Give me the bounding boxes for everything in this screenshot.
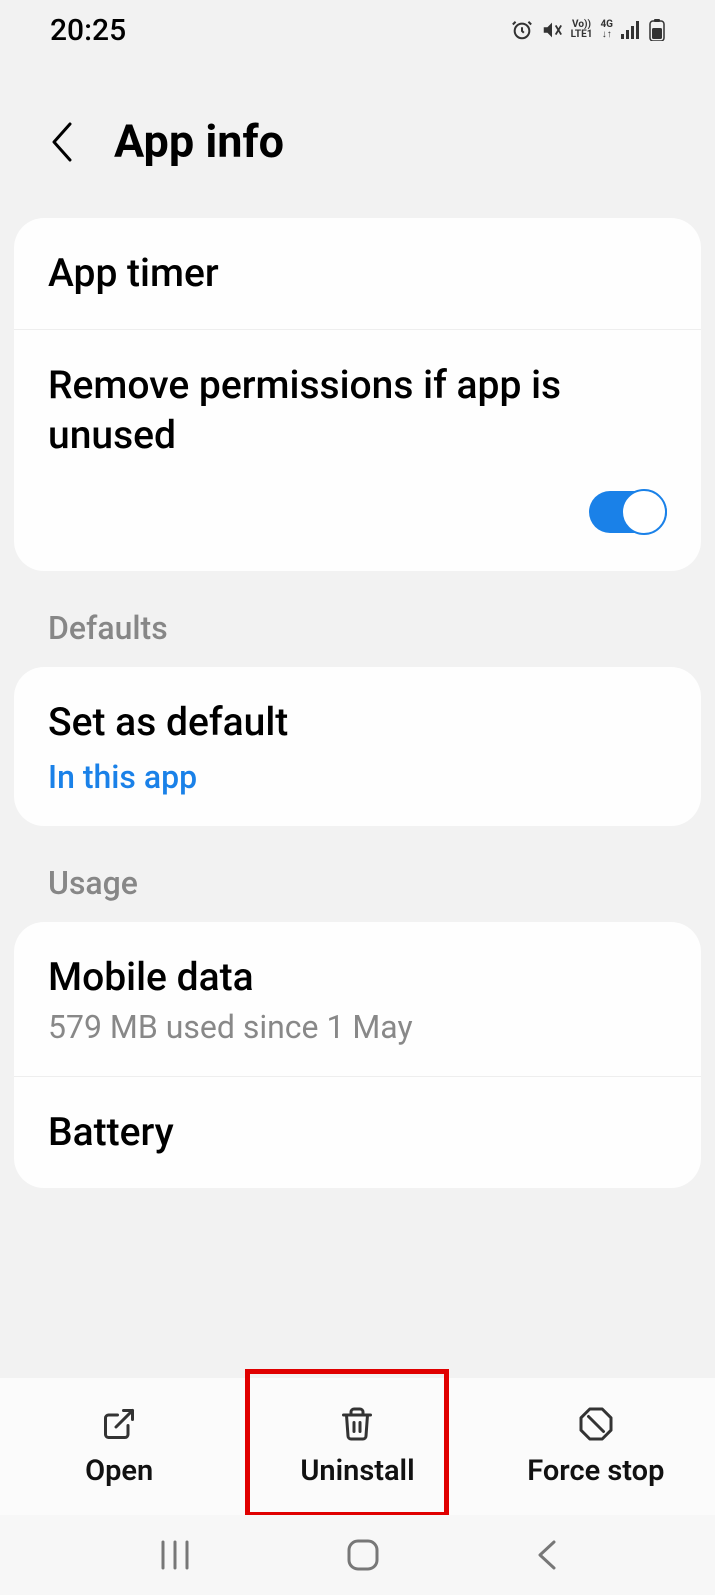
- network-4g-icon: 4G ↓↑: [600, 20, 613, 40]
- back-icon[interactable]: [48, 120, 76, 164]
- home-nav-icon[interactable]: [346, 1538, 380, 1572]
- uninstall-button[interactable]: Uninstall: [238, 1406, 476, 1488]
- status-icons: Vo)) LTE1 4G ↓↑: [511, 19, 665, 41]
- list-item-battery[interactable]: Battery: [14, 1076, 701, 1188]
- status-time: 20:25: [50, 13, 126, 48]
- item-title: Mobile data: [48, 952, 667, 1003]
- open-icon: [101, 1406, 137, 1442]
- stop-icon: [578, 1406, 614, 1442]
- item-title: App timer: [48, 248, 667, 299]
- page-title: App info: [114, 115, 284, 168]
- card-usage-controls: App timer Remove permissions if app is u…: [14, 218, 701, 571]
- trash-icon: [339, 1406, 375, 1442]
- item-title: Remove permissions if app is unused: [48, 360, 667, 461]
- bottom-action-bar: Open Uninstall Force stop: [0, 1378, 715, 1515]
- mute-vibrate-icon: [541, 19, 563, 41]
- header: App info: [0, 60, 715, 218]
- item-subtitle: 579 MB used since 1 May: [48, 1008, 667, 1046]
- list-item-set-default[interactable]: Set as default In this app: [14, 667, 701, 826]
- open-button[interactable]: Open: [0, 1406, 238, 1488]
- item-subtitle: In this app: [48, 758, 667, 796]
- section-label-defaults: Defaults: [14, 571, 701, 667]
- card-usage: Mobile data 579 MB used since 1 May Batt…: [14, 922, 701, 1188]
- back-nav-icon[interactable]: [534, 1538, 558, 1572]
- card-defaults: Set as default In this app: [14, 667, 701, 826]
- section-label-usage: Usage: [14, 826, 701, 922]
- item-title: Battery: [48, 1107, 667, 1158]
- list-item-remove-permissions[interactable]: Remove permissions if app is unused: [14, 329, 701, 571]
- toggle-remove-permissions[interactable]: [589, 491, 667, 533]
- action-label: Force stop: [527, 1454, 664, 1488]
- action-label: Open: [85, 1454, 153, 1488]
- item-title: Set as default: [48, 697, 667, 748]
- list-item-app-timer[interactable]: App timer: [14, 218, 701, 329]
- signal-icon: [621, 21, 641, 39]
- system-nav-bar: [0, 1515, 715, 1595]
- list-item-mobile-data[interactable]: Mobile data 579 MB used since 1 May: [14, 922, 701, 1077]
- recents-nav-icon[interactable]: [157, 1540, 193, 1570]
- action-label: Uninstall: [300, 1454, 414, 1488]
- status-bar: 20:25 Vo)) LTE1 4G ↓↑: [0, 0, 715, 60]
- force-stop-button[interactable]: Force stop: [477, 1406, 715, 1488]
- alarm-icon: [511, 19, 533, 41]
- volte-icon: Vo)) LTE1: [571, 20, 593, 40]
- toggle-knob: [621, 489, 667, 535]
- battery-icon: [649, 19, 665, 41]
